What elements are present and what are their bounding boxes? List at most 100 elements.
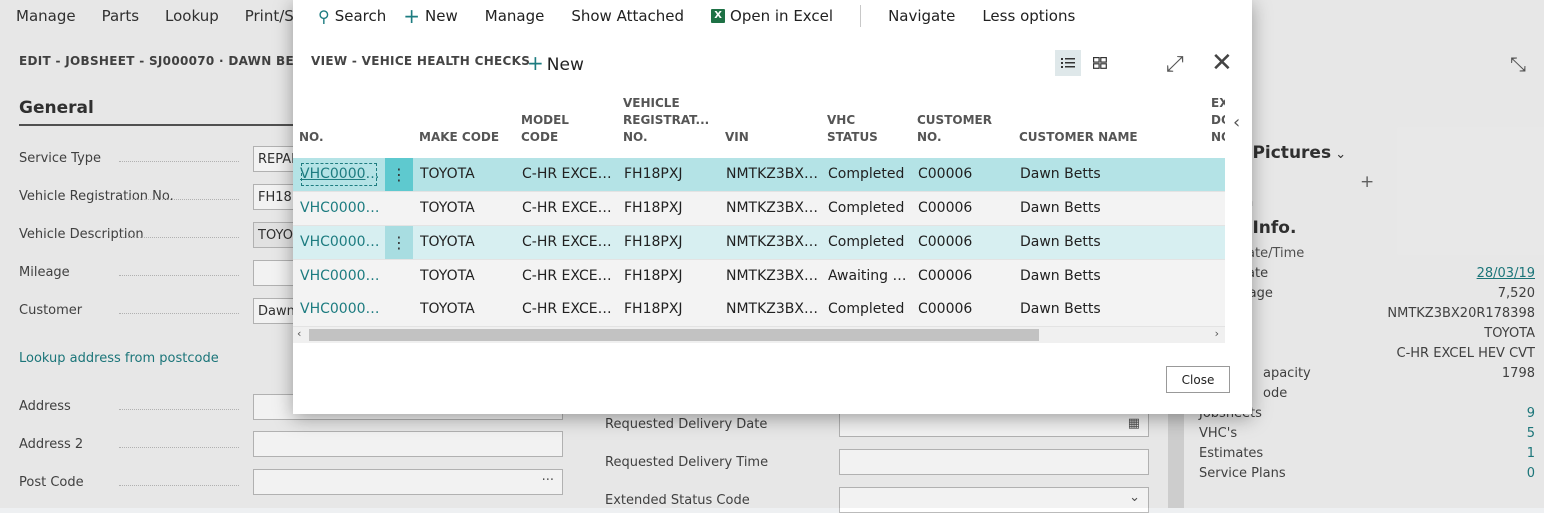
col-header-text: REGISTRAT... xyxy=(623,113,710,127)
less-options-label: Less options xyxy=(982,7,1076,25)
show-attached-label: Show Attached xyxy=(571,7,685,25)
cell-customer-no: C00006 xyxy=(918,268,973,284)
plus-icon: + xyxy=(527,51,544,75)
col-header-text: DO xyxy=(1211,113,1225,127)
list-view-button[interactable] xyxy=(1055,50,1081,76)
col-header-text: CUSTOMER xyxy=(917,113,992,127)
col-header-vehicle-reg[interactable]: VEHICLE REGISTRAT... NO. xyxy=(623,95,709,146)
excel-icon: X xyxy=(711,9,726,23)
col-header-text: MODEL xyxy=(521,113,569,127)
cell-no[interactable]: VHC000005 xyxy=(300,260,382,293)
col-header-text: NO xyxy=(1211,130,1225,144)
scrollbar-thumb[interactable] xyxy=(309,329,1039,341)
cell-reg: FH18PXJ xyxy=(624,301,683,317)
cell-customer-name: Dawn Betts xyxy=(1020,234,1101,250)
cell-make: TOYOTA xyxy=(420,200,475,216)
col-header-text: EX xyxy=(1211,96,1225,110)
cell-vin: NMTKZ3BX2... xyxy=(726,268,818,284)
cell-make: TOYOTA xyxy=(420,166,475,182)
cell-reg: FH18PXJ xyxy=(624,234,683,250)
less-options-button[interactable]: Less options xyxy=(982,7,1075,25)
open-in-excel-label: Open in Excel xyxy=(730,7,834,25)
vhc-dialog: ⚲ Search + New Manage Show Attached X Op… xyxy=(293,0,1252,414)
col-header-text: NO. xyxy=(917,130,942,144)
scroll-left-icon[interactable]: ‹ xyxy=(297,327,301,340)
scroll-right-icon[interactable]: › xyxy=(1215,327,1219,340)
col-header-text: VIN xyxy=(725,130,749,144)
open-in-excel-button[interactable]: X Open in Excel xyxy=(711,7,833,25)
col-header-make-code[interactable]: MAKE CODE xyxy=(419,129,499,146)
cell-model: C-HR EXCEL ... xyxy=(522,200,614,216)
table-row[interactable]: VHC000008 TOYOTA C-HR EXCEL ... FH18PXJ … xyxy=(293,293,1225,327)
table-row[interactable]: VHC000005 TOYOTA C-HR EXCEL ... FH18PXJ … xyxy=(293,260,1225,294)
col-header-customer-name[interactable]: CUSTOMER NAME xyxy=(1019,129,1138,146)
cell-status: Awaiting Ac... xyxy=(828,268,913,284)
cell-model: C-HR EXCEL ... xyxy=(522,166,614,182)
cell-model: C-HR EXCEL ... xyxy=(522,234,614,250)
search-button[interactable]: ⚲ Search xyxy=(318,7,386,26)
dialog-toolbar: ⚲ Search + New Manage Show Attached X Op… xyxy=(293,0,1252,32)
search-label: Search xyxy=(334,7,387,25)
table-row[interactable]: VHC000001 ⋮ TOYOTA C-HR EXCEL ... FH18PX… xyxy=(293,158,1225,192)
new-toolbar-button[interactable]: + New xyxy=(403,4,457,28)
cell-model: C-HR EXCEL ... xyxy=(522,301,614,317)
row-actions-icon[interactable]: ⋮ xyxy=(385,226,413,259)
col-header-text: CUSTOMER NAME xyxy=(1019,130,1138,144)
cell-reg: FH18PXJ xyxy=(624,200,683,216)
close-button[interactable]: Close xyxy=(1166,366,1230,393)
table-row[interactable]: VHC000004 ⋮ TOYOTA C-HR EXCEL ... FH18PX… xyxy=(293,226,1225,260)
horizontal-scrollbar[interactable]: ‹ › xyxy=(293,327,1225,343)
cell-customer-no: C00006 xyxy=(918,166,973,182)
manage-button[interactable]: Manage xyxy=(485,7,545,25)
cell-no[interactable]: VHC000002 xyxy=(300,192,382,225)
manage-label: Manage xyxy=(484,7,545,25)
new-button[interactable]: + New xyxy=(527,51,584,75)
cell-reg: FH18PXJ xyxy=(624,268,683,284)
cell-no[interactable]: VHC000008 xyxy=(300,293,382,326)
cell-no[interactable]: VHC000004 xyxy=(300,226,382,259)
cell-no[interactable]: VHC000001 xyxy=(296,158,382,191)
col-header-text: CODE xyxy=(521,130,559,144)
tile-view-icon xyxy=(1093,57,1107,69)
chevron-left-icon[interactable]: ‹ xyxy=(1233,112,1240,133)
col-header-no[interactable]: NO. xyxy=(299,129,324,146)
expand-icon[interactable]: ⤢ xyxy=(1166,52,1184,77)
navigate-button[interactable]: Navigate xyxy=(888,7,955,25)
col-header-text: MAKE CODE xyxy=(419,130,500,144)
cell-customer-no: C00006 xyxy=(918,301,973,317)
toolbar-separator xyxy=(860,5,862,27)
table-row[interactable]: VHC000002 TOYOTA C-HR EXCEL ... FH18PXJ … xyxy=(293,192,1225,226)
col-header-text: VEHICLE xyxy=(623,96,680,110)
col-header-model-code[interactable]: MODEL CODE xyxy=(521,112,569,146)
show-attached-button[interactable]: Show Attached xyxy=(571,7,684,25)
cell-make: TOYOTA xyxy=(420,268,475,284)
tile-view-button[interactable] xyxy=(1087,50,1113,76)
cell-reg: FH18PXJ xyxy=(624,166,683,182)
cell-vin: NMTKZ3BX2... xyxy=(726,166,818,182)
list-view-icon xyxy=(1061,58,1075,68)
col-header-text: NO. xyxy=(299,130,324,144)
cell-model: C-HR EXCEL ... xyxy=(522,268,614,284)
cell-customer-name: Dawn Betts xyxy=(1020,268,1101,284)
col-header-text: NO. xyxy=(623,130,648,144)
cell-customer-no: C00006 xyxy=(918,200,973,216)
list-header: NO. MAKE CODE MODEL CODE VEHICLE REGISTRAT… xyxy=(293,96,1225,154)
cell-customer-name: Dawn Betts xyxy=(1020,200,1101,216)
new-toolbar-label: New xyxy=(425,7,458,25)
cell-vin: NMTKZ3BX2... xyxy=(726,301,818,317)
plus-icon: + xyxy=(403,4,421,28)
cell-make: TOYOTA xyxy=(420,301,475,317)
view-title: VIEW - VEHICE HEALTH CHECKS xyxy=(311,54,531,68)
col-header-ext-doc-no[interactable]: EX DO NO xyxy=(1211,95,1225,146)
row-actions-icon[interactable]: ⋮ xyxy=(385,158,413,191)
col-header-vin[interactable]: VIN xyxy=(725,129,749,146)
cell-status: Completed xyxy=(828,301,905,317)
cell-vin: NMTKZ3BX2... xyxy=(726,234,818,250)
navigate-label: Navigate xyxy=(888,7,956,25)
close-icon[interactable]: ✕ xyxy=(1211,48,1233,78)
col-header-vhc-status[interactable]: VHC STATUS xyxy=(827,112,878,146)
cell-vin: NMTKZ3BX2... xyxy=(726,200,818,216)
col-header-customer-no[interactable]: CUSTOMER NO. xyxy=(917,112,992,146)
cell-make: TOYOTA xyxy=(420,234,475,250)
cell-customer-name: Dawn Betts xyxy=(1020,166,1101,182)
